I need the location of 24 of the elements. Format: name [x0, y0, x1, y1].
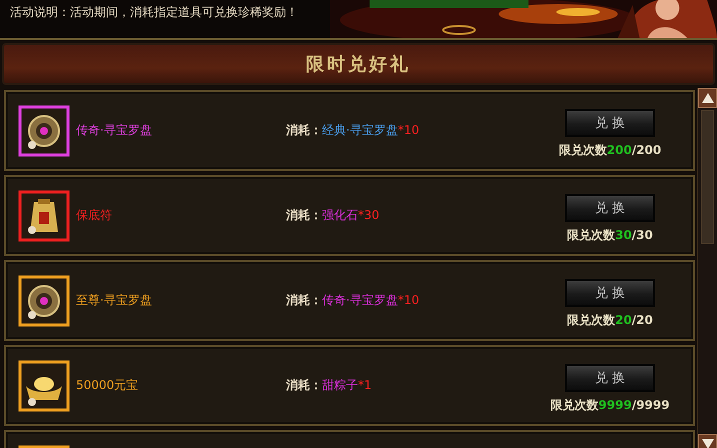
exchange-button[interactable]: 兑 换 — [565, 278, 655, 306]
down-arrow-icon — [702, 439, 714, 448]
up-arrow-icon — [702, 93, 714, 103]
cost-text: 消耗：传奇·寻宝罗盘*10 — [286, 292, 420, 309]
exchange-button[interactable]: 兑 换 — [565, 364, 655, 392]
exchange-limit: 限兑次数9999/9999 — [550, 396, 670, 414]
exchange-limit: 限兑次数20/20 — [567, 312, 653, 328]
item-name: 至尊·寻宝罗盘 — [76, 292, 152, 309]
exchange-limit: 限兑次数200/200 — [558, 142, 662, 158]
cost-text: 消耗：经典·寻宝罗盘*10 — [286, 122, 420, 139]
exchange-limit: 限兑次数30/30 — [567, 226, 653, 244]
item-name: 保底符 — [76, 207, 112, 224]
panel-title: 限时兑好礼 — [306, 53, 411, 76]
scroll-up-button[interactable] — [698, 88, 717, 108]
item-name: 50000元宝 — [76, 377, 138, 394]
item-name: 传奇·寻宝罗盘 — [76, 122, 152, 139]
scroll-down-button[interactable] — [698, 434, 717, 448]
exchange-button[interactable]: 兑 换 — [565, 194, 655, 222]
cost-text: 消耗：甜粽子*1 — [286, 377, 372, 394]
scroll-thumb[interactable] — [701, 110, 714, 244]
activity-description: 活动说明：活动期间，消耗指定道具可兑换珍稀奖励！ — [9, 4, 299, 21]
scrollbar[interactable] — [697, 88, 717, 448]
cost-text: 消耗：强化石*30 — [286, 207, 380, 224]
exchange-button[interactable]: 兑 换 — [565, 108, 655, 136]
